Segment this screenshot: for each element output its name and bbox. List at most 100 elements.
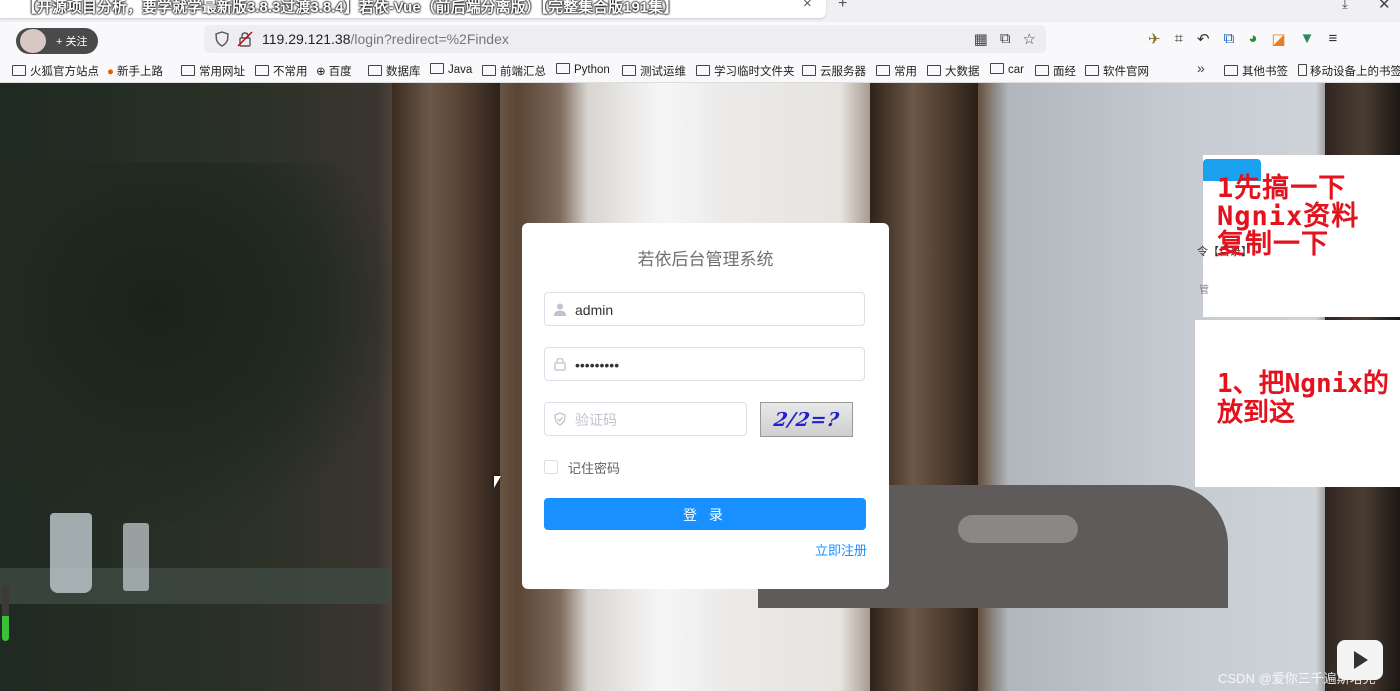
- globe-extension-icon[interactable]: ◕: [1248, 30, 1257, 48]
- remember-checkbox[interactable]: [544, 460, 558, 474]
- lock-icon: [554, 357, 566, 371]
- window-close-icon[interactable]: ✕: [1378, 0, 1391, 13]
- register-link[interactable]: 立即注册: [815, 540, 867, 559]
- captcha-image[interactable]: 2/2=?: [760, 402, 853, 437]
- address-bar[interactable]: 119.29.121.38/login?redirect=%2Findex ▦ …: [204, 25, 1046, 53]
- annotation-panel-top: 令【目录】 管 1先搞一下 Ngnix资料 复制一下: [1197, 155, 1400, 317]
- bookmark-item[interactable]: 云服务器: [802, 63, 866, 79]
- back-arrow-icon[interactable]: ↶: [1197, 30, 1210, 48]
- lock-insecure-icon[interactable]: [237, 31, 253, 47]
- bookmark-item[interactable]: 测试运维: [622, 63, 686, 79]
- mobile-bookmarks[interactable]: 移动设备上的书签: [1298, 63, 1400, 79]
- folder-icon: [181, 65, 195, 76]
- bookmark-label: car: [1008, 64, 1024, 76]
- bookmark-item[interactable]: 面经: [1035, 63, 1076, 79]
- captcha-field[interactable]: [544, 402, 747, 437]
- bookmark-label: Java: [448, 64, 473, 76]
- vue-devtools-icon[interactable]: ▼: [1300, 30, 1315, 48]
- bookmark-label: 面经: [1053, 66, 1076, 78]
- qr-code-icon[interactable]: ▦: [974, 30, 988, 48]
- folder-icon: [482, 65, 496, 76]
- background-post: [392, 83, 500, 691]
- bookmark-item[interactable]: 前端汇总: [482, 63, 546, 79]
- bookmark-item[interactable]: ⊕ 百度: [316, 63, 352, 79]
- folder-icon: [12, 65, 26, 76]
- follow-badge[interactable]: + 关注: [16, 28, 98, 54]
- orange-extension-icon[interactable]: ◪: [1271, 30, 1285, 48]
- bookmark-item[interactable]: 不常用: [255, 63, 308, 79]
- browser-titlebar: 【开源项目分析，要学就学最新版3.8.3过渡3.8.4】若依-Vue（前后端分离…: [0, 0, 1400, 22]
- url-text[interactable]: 119.29.121.38/login?redirect=%2Findex: [262, 31, 509, 47]
- bookmark-star-icon[interactable]: ☆: [1023, 30, 1036, 48]
- mouse-cursor-icon: [494, 476, 501, 488]
- login-card: 若依后台管理系统 2/2=? 记住密码 登 录 立即注册: [522, 223, 889, 589]
- annotation-panel-bottom: 1、把Ngnix的 放到这: [1195, 320, 1400, 487]
- browser-tab-active[interactable]: 【开源项目分析，要学就学最新版3.8.3过渡3.8.4】若依-Vue（前后端分离…: [0, 0, 826, 18]
- bookmark-label: 大数据: [945, 66, 980, 78]
- video-player-icon[interactable]: [1337, 640, 1383, 680]
- menu-icon[interactable]: ≡: [1328, 30, 1337, 48]
- folder-icon: [876, 65, 890, 76]
- folder-icon: [255, 65, 269, 76]
- new-tab-button[interactable]: +: [838, 0, 847, 13]
- firefox-icon: ●: [107, 66, 114, 78]
- bookmark-label: 常用: [894, 66, 917, 78]
- bookmark-label: 常用网址: [199, 66, 245, 78]
- login-title: 若依后台管理系统: [637, 250, 774, 269]
- bookmark-item[interactable]: 火狐官方站点: [12, 63, 99, 79]
- shield-icon[interactable]: [214, 31, 230, 47]
- password-input[interactable]: [573, 348, 862, 382]
- captcha-input[interactable]: [573, 403, 742, 437]
- bookmark-item[interactable]: Python: [556, 63, 610, 76]
- bookmark-item[interactable]: 学习临时文件夹: [696, 63, 795, 79]
- avatar: [20, 29, 46, 53]
- globe-icon: ⊕: [316, 66, 326, 78]
- bookmark-item[interactable]: 常用网址: [181, 63, 245, 79]
- bookmark-item[interactable]: 数据库: [368, 63, 421, 79]
- bookmark-label: 百度: [328, 66, 352, 78]
- bookmark-label: 软件官网: [1103, 66, 1149, 78]
- mobile-icon: [1298, 64, 1307, 76]
- username-input[interactable]: [573, 293, 862, 327]
- bookmark-label: 数据库: [386, 66, 421, 78]
- download-icon[interactable]: ⤓: [1342, 0, 1348, 12]
- folder-icon: [927, 65, 941, 76]
- shield-check-icon: [554, 412, 566, 426]
- bookmark-label: Python: [574, 64, 610, 76]
- tab-title: 【开源项目分析，要学就学最新版3.8.3过渡3.8.4】若依-Vue（前后端分离…: [22, 0, 679, 16]
- volume-indicator: [2, 585, 9, 641]
- bookmarks-overflow-icon[interactable]: »: [1197, 60, 1205, 76]
- extension-eagle-icon[interactable]: ✈: [1148, 30, 1161, 48]
- bookmark-label: 云服务器: [820, 66, 866, 78]
- remember-label: 记住密码: [568, 460, 621, 476]
- folder-icon: [990, 63, 1004, 74]
- bookmark-item[interactable]: ● 新手上路: [107, 63, 163, 79]
- password-field[interactable]: [544, 347, 865, 382]
- crop-icon[interactable]: ⌗: [1175, 30, 1183, 48]
- play-icon: [1354, 651, 1368, 669]
- folder-icon: [430, 63, 444, 74]
- bookmark-item[interactable]: 常用: [876, 63, 917, 79]
- translate-extension-icon[interactable]: ⧉: [1224, 30, 1235, 48]
- remember-password[interactable]: 记住密码: [544, 459, 621, 476]
- bookmark-item[interactable]: Java: [430, 63, 472, 76]
- translate-icon[interactable]: ⧉: [1000, 30, 1011, 48]
- folder-icon: [1085, 65, 1099, 76]
- folder-icon: [696, 65, 710, 76]
- other-bookmarks[interactable]: 其他书签: [1224, 63, 1288, 79]
- login-button[interactable]: 登 录: [544, 498, 866, 530]
- bookmark-item[interactable]: car: [990, 63, 1024, 76]
- captcha-text: 2/2=?: [771, 408, 842, 431]
- bookmark-item[interactable]: 大数据: [927, 63, 980, 79]
- tab-close-icon[interactable]: ×: [803, 0, 812, 12]
- annotation-text-bottom: 1、把Ngnix的 放到这: [1217, 369, 1389, 428]
- username-field[interactable]: [544, 292, 865, 327]
- url-host: 119.29.121.38: [262, 31, 351, 47]
- bookmark-label: 新手上路: [116, 66, 163, 78]
- folder-icon: [368, 65, 382, 76]
- background-cup: [50, 513, 92, 593]
- folder-icon: [802, 65, 816, 76]
- folder-icon: [1035, 65, 1049, 76]
- bookmark-item[interactable]: 软件官网: [1085, 63, 1149, 79]
- annotation-text-top: 1先搞一下 Ngnix资料 复制一下: [1217, 173, 1360, 260]
